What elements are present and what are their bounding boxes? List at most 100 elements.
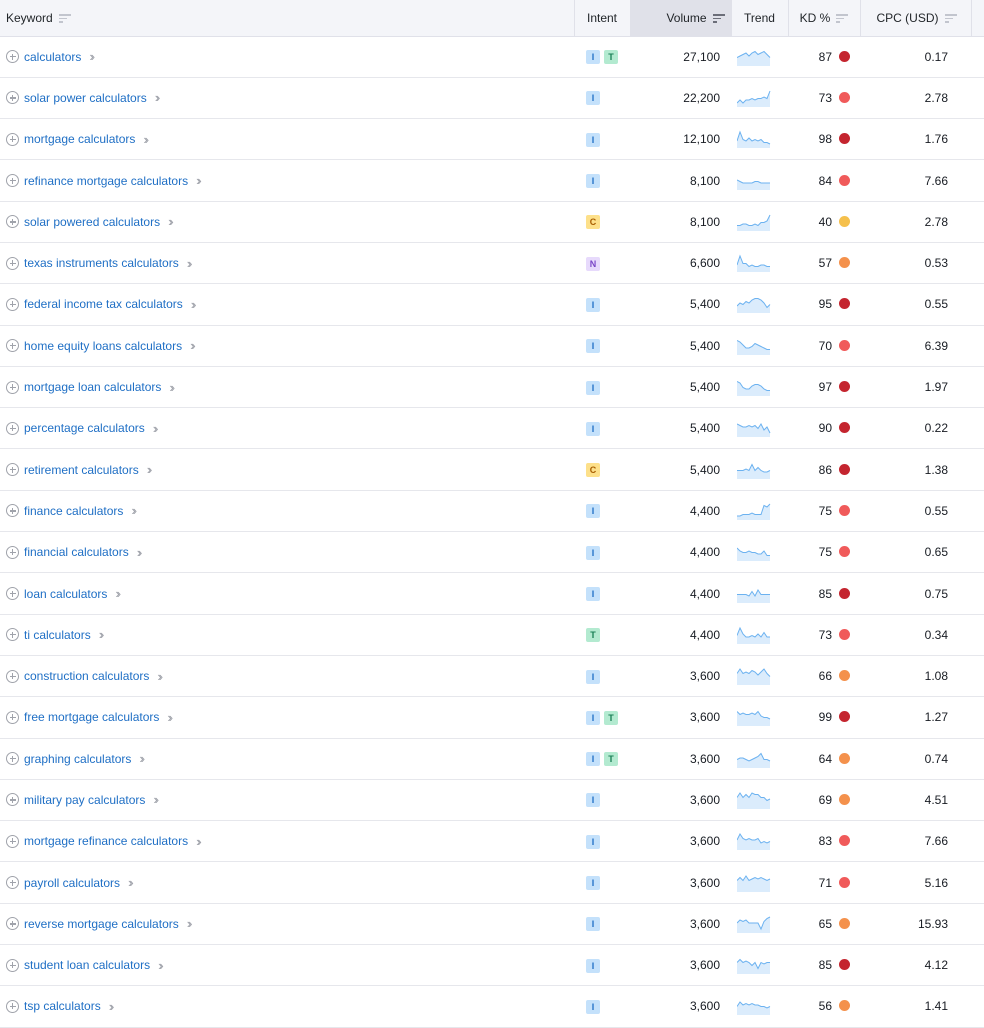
keyword-overview-chevrons-icon[interactable]: ›› <box>168 214 173 229</box>
keyword-link[interactable]: calculators <box>24 50 81 64</box>
add-keyword-icon[interactable] <box>6 215 19 229</box>
keyword-link[interactable]: graphing calculators <box>24 752 131 766</box>
keyword-link[interactable]: finance calculators <box>24 504 123 518</box>
trend-sparkline <box>737 254 770 273</box>
keyword-link[interactable]: student loan calculators <box>24 958 150 972</box>
trend-cell <box>731 283 788 326</box>
kd-cell: 75 <box>788 531 860 574</box>
keyword-overview-chevrons-icon[interactable]: ›› <box>187 256 192 271</box>
keyword-link[interactable]: loan calculators <box>24 587 107 601</box>
add-keyword-icon[interactable] <box>6 463 19 477</box>
sort-icon[interactable] <box>944 14 957 23</box>
keyword-overview-chevrons-icon[interactable]: ›› <box>196 834 201 849</box>
keyword-overview-chevrons-icon[interactable]: ›› <box>155 90 160 105</box>
keyword-link[interactable]: construction calculators <box>24 669 149 683</box>
keyword-link[interactable]: percentage calculators <box>24 421 145 435</box>
keyword-link[interactable]: solar powered calculators <box>24 215 160 229</box>
sort-icon[interactable] <box>712 14 725 23</box>
keyword-overview-chevrons-icon[interactable]: ›› <box>139 751 144 766</box>
keyword-link[interactable]: payroll calculators <box>24 876 120 890</box>
keyword-overview-chevrons-icon[interactable]: ›› <box>147 462 152 477</box>
table-row: payroll calculators ›› I 3,600 71 5.16 <box>0 861 984 904</box>
filler-cell <box>971 201 984 243</box>
trend-area <box>737 753 770 768</box>
cpc-cell: 0.22 <box>860 407 971 450</box>
trend-cell <box>731 531 788 574</box>
sort-icon[interactable] <box>58 14 71 23</box>
add-keyword-icon[interactable] <box>6 958 19 972</box>
kd-difficulty-dot <box>839 91 850 103</box>
add-keyword-icon[interactable] <box>6 339 19 353</box>
add-keyword-icon[interactable] <box>6 834 19 848</box>
keyword-link[interactable]: tsp calculators <box>24 999 101 1013</box>
column-header-cpc[interactable]: CPC (USD) <box>860 0 972 37</box>
keyword-overview-chevrons-icon[interactable]: ›› <box>128 875 133 890</box>
keyword-link[interactable]: mortgage calculators <box>24 132 135 146</box>
keyword-overview-chevrons-icon[interactable]: ›› <box>143 132 148 147</box>
trend-sparkline <box>737 916 771 933</box>
add-keyword-icon[interactable] <box>6 545 19 559</box>
keyword-cell: home equity loans calculators ›› <box>0 325 574 367</box>
keyword-link[interactable]: federal income tax calculators <box>24 297 183 311</box>
trend-sparkline <box>737 626 770 644</box>
keyword-link[interactable]: financial calculators <box>24 545 129 559</box>
volume-cell: 3,600 <box>630 696 731 739</box>
add-keyword-icon[interactable] <box>6 917 19 931</box>
add-keyword-icon[interactable] <box>6 587 19 600</box>
keyword-overview-chevrons-icon[interactable]: ›› <box>169 380 174 395</box>
add-keyword-icon[interactable] <box>6 793 19 807</box>
add-keyword-icon[interactable] <box>6 752 19 766</box>
add-keyword-icon[interactable] <box>6 174 19 188</box>
column-header-volume[interactable]: Volume <box>630 0 732 37</box>
sort-icon[interactable] <box>836 14 849 23</box>
add-keyword-icon[interactable] <box>6 421 19 435</box>
keyword-overview-chevrons-icon[interactable]: ›› <box>196 173 201 188</box>
keyword-link[interactable]: solar power calculators <box>24 91 147 105</box>
add-keyword-icon[interactable] <box>6 132 19 146</box>
column-header-kd[interactable]: KD % <box>788 0 861 37</box>
add-keyword-icon[interactable] <box>6 50 19 64</box>
keyword-link[interactable]: mortgage refinance calculators <box>24 834 188 848</box>
keyword-overview-chevrons-icon[interactable]: ›› <box>153 792 158 807</box>
add-keyword-icon[interactable] <box>6 91 19 105</box>
keyword-overview-chevrons-icon[interactable]: ›› <box>158 958 163 973</box>
table-row: reverse mortgage calculators ›› I 3,600 … <box>0 903 984 946</box>
keyword-link[interactable]: free mortgage calculators <box>24 710 159 724</box>
keyword-overview-chevrons-icon[interactable]: ›› <box>89 49 94 64</box>
kd-difficulty-dot <box>839 133 850 145</box>
kd-difficulty-dot <box>839 257 850 269</box>
keyword-link[interactable]: texas instruments calculators <box>24 256 179 270</box>
keyword-overview-chevrons-icon[interactable]: ›› <box>190 338 195 353</box>
keyword-link[interactable]: home equity loans calculators <box>24 339 182 353</box>
keyword-link[interactable]: reverse mortgage calculators <box>24 917 179 931</box>
keyword-overview-chevrons-icon[interactable]: ›› <box>137 545 142 560</box>
keyword-overview-chevrons-icon[interactable]: ›› <box>157 669 162 684</box>
add-keyword-icon[interactable] <box>6 999 19 1013</box>
trend-cell <box>731 572 788 615</box>
add-keyword-icon[interactable] <box>6 669 19 683</box>
column-header-intent: Intent <box>574 0 631 37</box>
keyword-overview-chevrons-icon[interactable]: ›› <box>153 421 158 436</box>
keyword-overview-chevrons-icon[interactable]: ›› <box>115 586 120 601</box>
keyword-overview-chevrons-icon[interactable]: ›› <box>109 999 114 1014</box>
keyword-link[interactable]: retirement calculators <box>24 463 139 477</box>
keyword-link[interactable]: refinance mortgage calculators <box>24 174 188 188</box>
add-keyword-icon[interactable] <box>6 628 19 642</box>
add-keyword-icon[interactable] <box>6 380 19 394</box>
keyword-overview-chevrons-icon[interactable]: ›› <box>191 297 196 312</box>
intent-cell: C <box>574 448 630 491</box>
add-keyword-icon[interactable] <box>6 297 19 311</box>
add-keyword-icon[interactable] <box>6 710 19 724</box>
column-header-keyword[interactable]: Keyword <box>0 0 575 37</box>
keyword-link[interactable]: mortgage loan calculators <box>24 380 161 394</box>
keyword-link[interactable]: ti calculators <box>24 628 91 642</box>
keyword-overview-chevrons-icon[interactable]: ›› <box>187 916 192 931</box>
add-keyword-icon[interactable] <box>6 876 19 890</box>
keyword-overview-chevrons-icon[interactable]: ›› <box>131 503 136 518</box>
add-keyword-icon[interactable] <box>6 256 19 270</box>
keyword-overview-chevrons-icon[interactable]: ›› <box>167 710 172 725</box>
keyword-overview-chevrons-icon[interactable]: ›› <box>99 627 104 642</box>
keyword-cell: retirement calculators ›› <box>0 448 574 491</box>
add-keyword-icon[interactable] <box>6 504 19 518</box>
keyword-link[interactable]: military pay calculators <box>24 793 145 807</box>
